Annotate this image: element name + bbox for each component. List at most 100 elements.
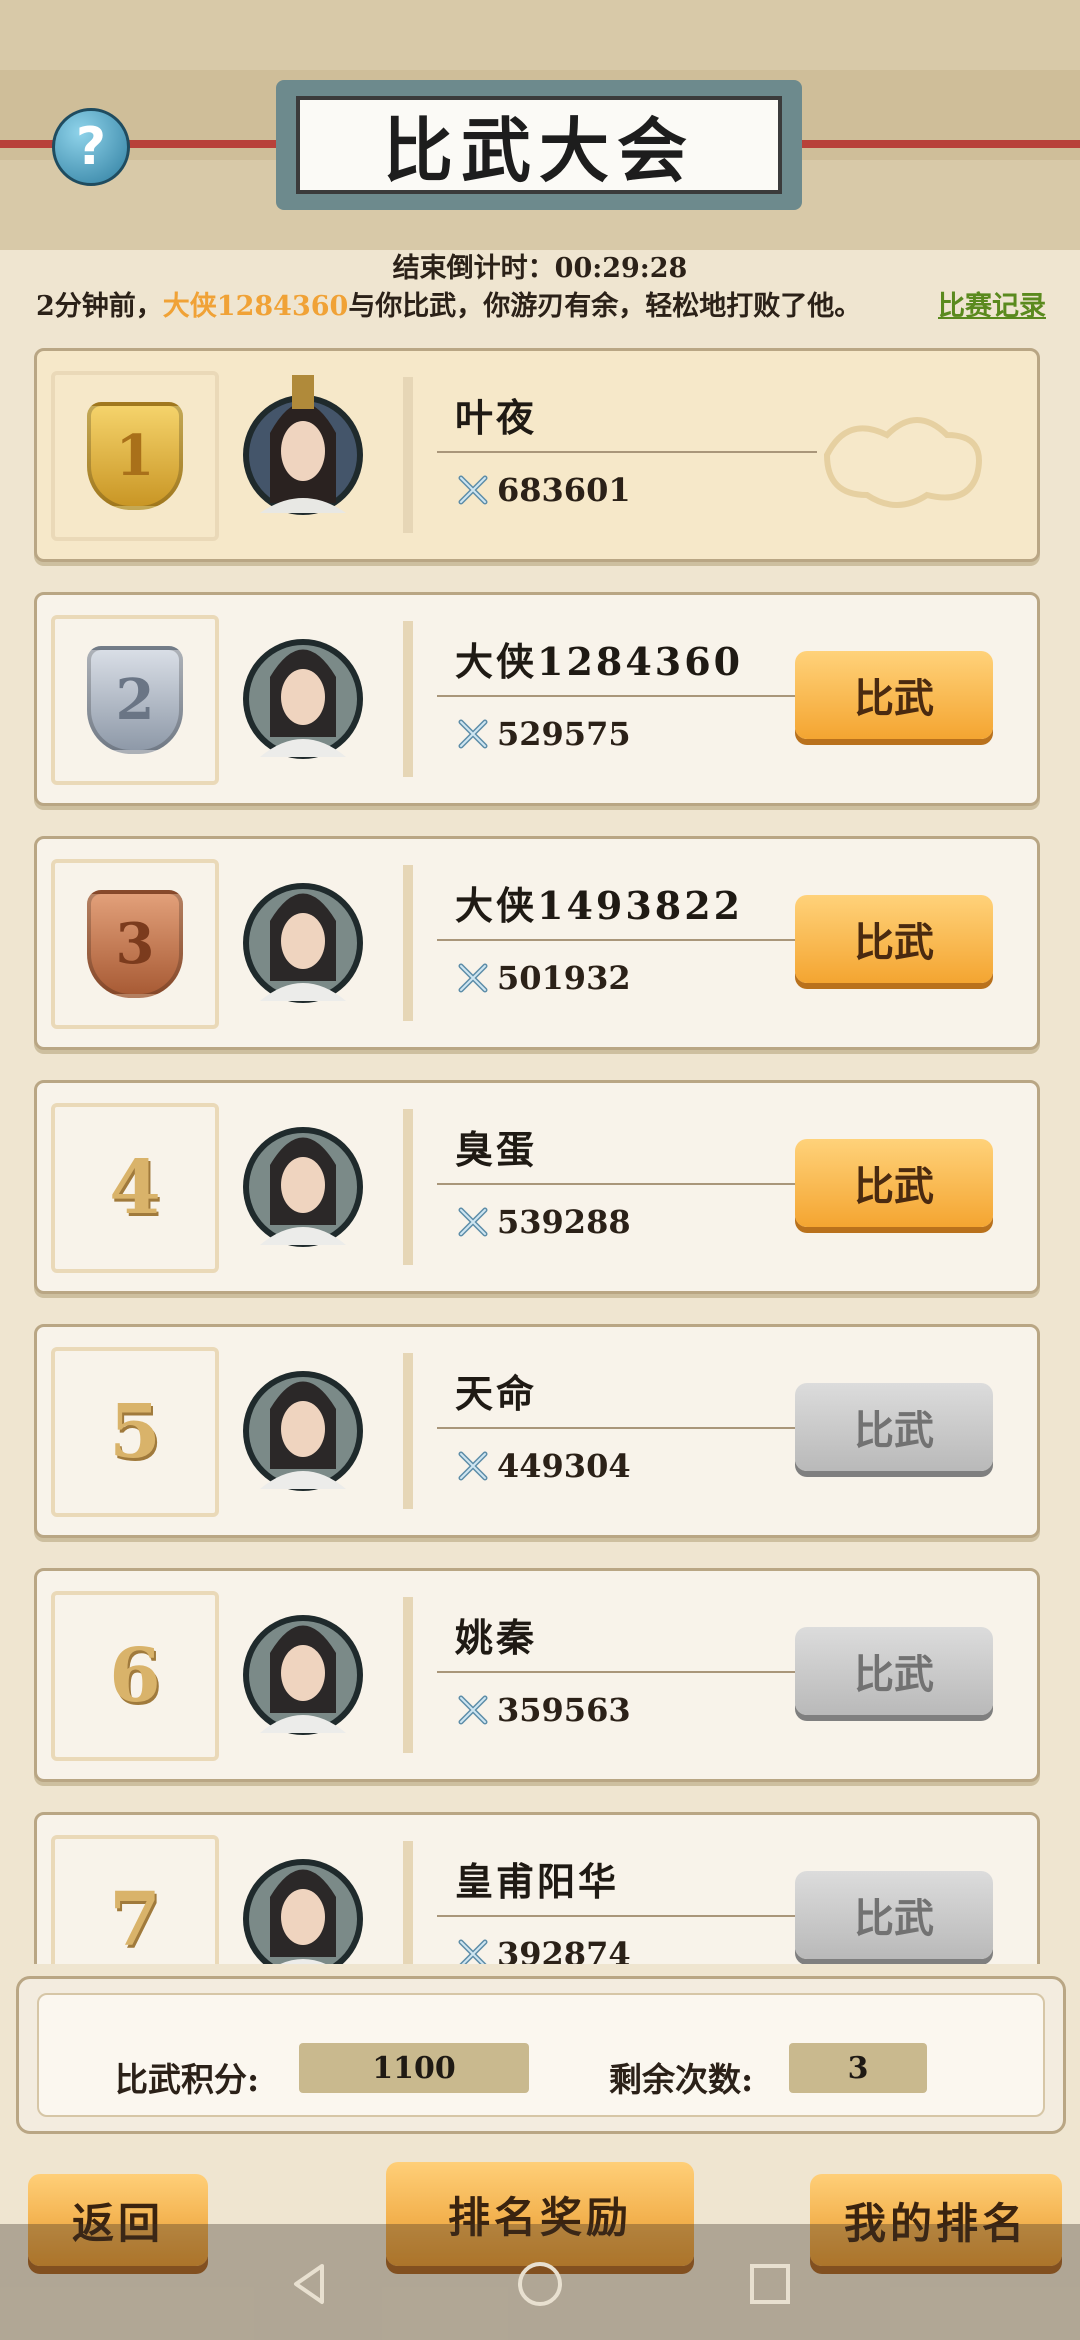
rank-badge: 5: [51, 1347, 219, 1517]
rank-badge: 1: [51, 371, 219, 541]
name-underline: [437, 451, 817, 453]
crossed-swords-icon: [458, 475, 488, 505]
ranking-row-5: 5 天命 449304 比武: [34, 1324, 1040, 1538]
ranking-row-7: 7 皇甫阳华 392874 比武: [34, 1812, 1040, 1964]
combat-power: 359563: [455, 1691, 631, 1729]
combat-power: 449304: [455, 1447, 631, 1485]
crossed-swords-icon: [458, 1451, 488, 1481]
power-value: 501932: [497, 959, 631, 997]
row-divider: [403, 865, 413, 1021]
avatar[interactable]: [240, 1349, 366, 1499]
countdown-value: 00:29:28: [554, 253, 688, 284]
combat-power: 683601: [455, 471, 631, 509]
avatar[interactable]: [240, 1837, 366, 1964]
name-underline: [437, 1915, 817, 1917]
ranking-row-1: 1 叶夜 683601: [34, 348, 1040, 562]
crossed-swords-icon: [458, 1939, 488, 1964]
rope-left: [0, 140, 290, 148]
name-underline: [437, 695, 817, 697]
challenge-button-disabled[interactable]: 比武: [795, 1871, 993, 1959]
name-underline: [437, 1671, 817, 1673]
rank-badge: 6: [51, 1591, 219, 1761]
row-divider: [403, 1597, 413, 1753]
cloud-decoration-icon: [823, 417, 982, 508]
row-divider: [403, 1841, 413, 1964]
player-name: 姚秦: [455, 1615, 538, 1660]
remaining-label: 剩余次数:: [609, 2060, 754, 2099]
avatar[interactable]: [240, 1593, 366, 1743]
page-title: 比武大会: [296, 96, 782, 194]
player-name: 皇甫阳华: [455, 1859, 620, 1904]
challenge-button[interactable]: 比武: [795, 895, 993, 983]
combat-power: 529575: [455, 715, 631, 753]
ranking-list[interactable]: 1 叶夜 683601 2 大侠1284360 529575 比武 3 大侠14…: [0, 344, 1080, 1964]
player-name: 叶夜: [455, 395, 538, 440]
question-icon: ?: [75, 117, 107, 177]
rank-number: 5: [109, 1389, 161, 1475]
bronze-medal-icon: 3: [87, 890, 183, 998]
ranking-row-6: 6 姚秦 359563 比武: [34, 1568, 1040, 1782]
player-name: 天命: [455, 1371, 538, 1416]
rank-number: 4: [109, 1145, 161, 1231]
back-triangle-icon[interactable]: [284, 2258, 336, 2310]
rank-badge: 3: [51, 859, 219, 1029]
combat-power: 539288: [455, 1203, 631, 1241]
row-divider: [403, 377, 413, 533]
ranking-row-3: 3 大侠1493822 501932 比武: [34, 836, 1040, 1050]
name-underline: [437, 1427, 817, 1429]
name-underline: [437, 939, 817, 941]
rank-badge: 7: [51, 1835, 219, 1964]
power-value: 392874: [497, 1935, 631, 1964]
score-label: 比武积分:: [115, 2060, 260, 2099]
help-button[interactable]: ?: [52, 108, 130, 186]
score-value: 1100: [299, 2043, 529, 2093]
crossed-swords-icon: [458, 1207, 488, 1237]
rope-right: [790, 140, 1080, 148]
avatar[interactable]: [240, 1105, 366, 1255]
challenge-button-disabled[interactable]: 比武: [795, 1383, 993, 1471]
power-value: 529575: [497, 715, 631, 753]
title-plate: 比武大会: [276, 80, 802, 210]
power-value: 359563: [497, 1691, 631, 1729]
countdown-label: 结束倒计时：: [392, 253, 555, 284]
silver-medal-icon: 2: [87, 646, 183, 754]
row-divider: [403, 1353, 413, 1509]
avatar[interactable]: [240, 373, 366, 523]
rank-number: 6: [109, 1633, 161, 1719]
gold-medal-icon: 1: [87, 402, 183, 510]
news-player-link[interactable]: 大侠1284360: [163, 291, 349, 322]
stats-inner: 比武积分: 1100 剩余次数: 3: [37, 1993, 1045, 2117]
avatar[interactable]: [240, 617, 366, 767]
battle-news: 2分钟前，大侠1284360与你比武，你游刃有余，轻松地打败了他。 比赛记录: [36, 284, 1046, 323]
challenge-button[interactable]: 比武: [795, 651, 993, 739]
power-value: 683601: [497, 471, 631, 509]
crossed-swords-icon: [458, 1695, 488, 1725]
power-value: 449304: [497, 1447, 631, 1485]
avatar[interactable]: [240, 861, 366, 1011]
ranking-row-2: 2 大侠1284360 529575 比武: [34, 592, 1040, 806]
rank-badge: 4: [51, 1103, 219, 1273]
rank-badge: 2: [51, 615, 219, 785]
combat-power: 501932: [455, 959, 631, 997]
row-divider: [403, 621, 413, 777]
name-underline: [437, 1183, 817, 1185]
player-name: 大侠1284360: [455, 639, 744, 684]
stats-panel: 比武积分: 1100 剩余次数: 3: [16, 1976, 1066, 2134]
player-name: 臭蛋: [455, 1127, 538, 1172]
combat-power: 392874: [455, 1935, 631, 1964]
battle-record-link[interactable]: 比赛记录: [938, 284, 1046, 323]
remaining-value: 3: [789, 2043, 927, 2093]
crossed-swords-icon: [458, 963, 488, 993]
player-name: 大侠1493822: [455, 883, 744, 928]
challenge-button-disabled[interactable]: 比武: [795, 1627, 993, 1715]
challenge-button[interactable]: 比武: [795, 1139, 993, 1227]
row-divider: [403, 1109, 413, 1265]
recents-square-icon[interactable]: [744, 2258, 796, 2310]
home-circle-icon[interactable]: [514, 2258, 566, 2310]
rank-number: 7: [109, 1877, 161, 1963]
system-nav-bar: [0, 2224, 1080, 2340]
news-prefix: 2分钟前，: [36, 291, 163, 322]
crossed-swords-icon: [458, 719, 488, 749]
power-value: 539288: [497, 1203, 631, 1241]
ranking-row-4: 4 臭蛋 539288 比武: [34, 1080, 1040, 1294]
